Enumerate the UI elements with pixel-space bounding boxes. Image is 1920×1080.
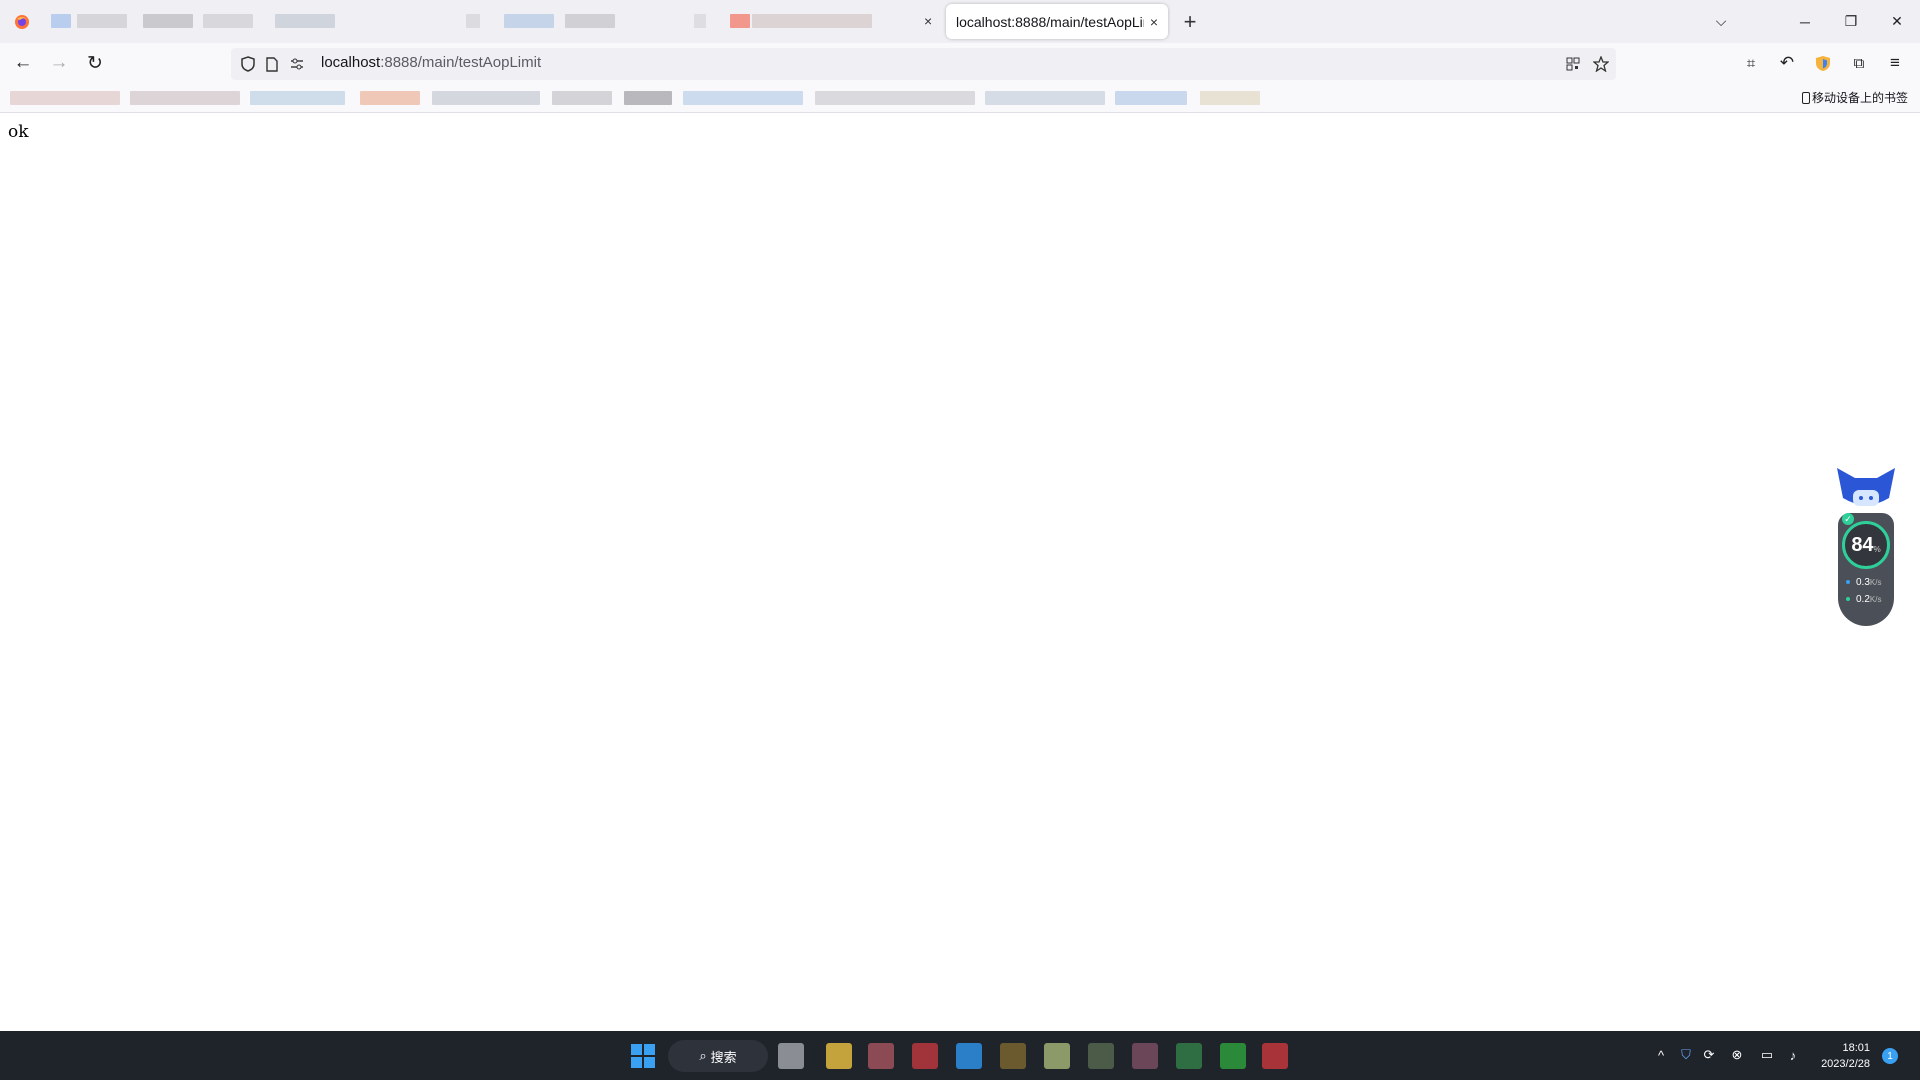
close-window-button[interactable]: ✕ — [1874, 0, 1920, 43]
mobile-bookmarks-button[interactable]: 移动设备上的书签 — [1801, 89, 1908, 106]
tray-sync-icon[interactable]: ⟳ — [1699, 1045, 1719, 1065]
bookmark-blurred[interactable] — [683, 91, 803, 105]
back-button[interactable]: ← — [8, 48, 38, 78]
taskbar-clock[interactable]: 18:01 2023/2/28 — [1810, 1040, 1870, 1072]
bookmarks-bar: 移动设备上的书签 — [0, 84, 1920, 113]
bookmark-blurred[interactable] — [1115, 91, 1187, 105]
search-icon: ⌕ — [699, 1048, 707, 1063]
taskbar-app-blurred[interactable] — [1044, 1043, 1070, 1069]
taskbar-app-blurred[interactable] — [1262, 1043, 1288, 1069]
bookmark-blurred[interactable] — [624, 91, 672, 105]
usage-percent-unit: % — [1873, 544, 1881, 554]
usage-percent: 84 — [1851, 533, 1874, 556]
taskbar-app-blurred[interactable] — [778, 1043, 804, 1069]
nav-bar: ← → ↻ localhost:8888/main/testAopLimit ⌗… — [0, 43, 1920, 84]
tab-close-icon[interactable]: × — [1150, 14, 1158, 30]
taskbar-app-blurred[interactable] — [912, 1043, 938, 1069]
tray-volume-icon[interactable]: ♪ — [1783, 1045, 1803, 1065]
taskbar-app-blurred[interactable] — [1088, 1043, 1114, 1069]
mobile-device-icon — [1801, 91, 1810, 104]
notification-badge[interactable]: 1 — [1882, 1048, 1898, 1064]
tab-blurred-3[interactable]: × — [690, 4, 940, 39]
minimize-button[interactable]: ─ — [1782, 0, 1828, 43]
page-content: ok — [0, 113, 1920, 1031]
upload-dot-icon — [1846, 580, 1850, 585]
bookmark-blurred[interactable] — [815, 91, 975, 105]
url-path: :8888/main/testAopLimit — [380, 54, 542, 71]
reload-button[interactable]: ↻ — [80, 48, 110, 78]
usage-gauge: 84% — [1842, 521, 1890, 569]
extension-shield-icon[interactable] — [1808, 48, 1838, 78]
bookmark-blurred[interactable] — [432, 91, 540, 105]
search-label: 搜索 — [710, 1049, 737, 1065]
download-speed: 0.2K/s — [1846, 594, 1881, 605]
menu-hamburger-icon[interactable]: ≡ — [1880, 48, 1910, 78]
bookmark-blurred[interactable] — [552, 91, 612, 105]
network-monitor-widget[interactable]: 84% 0.3K/s 0.2K/s ✓ — [1832, 468, 1902, 628]
tray-network-icon[interactable]: ▭ — [1757, 1045, 1777, 1065]
new-tab-button[interactable]: + — [1176, 9, 1204, 35]
bookmark-blurred[interactable] — [250, 91, 345, 105]
permissions-icon[interactable] — [286, 53, 308, 75]
qr-code-icon[interactable] — [1562, 53, 1584, 75]
clock-time: 18:01 — [1842, 1042, 1870, 1054]
bookmark-blurred[interactable] — [985, 91, 1105, 105]
bookmark-blurred[interactable] — [360, 91, 420, 105]
url-text[interactable]: localhost:8888/main/testAopLimit — [321, 54, 541, 71]
page-body-text: ok — [8, 122, 29, 142]
tab-strip: × localhost:8888/main/testAopLim × + ⌵ ─… — [0, 0, 1920, 43]
taskbar-search-button[interactable]: ⌕ 搜索 — [668, 1040, 768, 1072]
taskbar-app-blurred[interactable] — [1000, 1043, 1026, 1069]
undo-close-tab-icon[interactable]: ↶ — [1772, 48, 1802, 78]
bookmark-blurred[interactable] — [130, 91, 240, 105]
firefox-icon[interactable] — [0, 0, 43, 43]
mobile-bookmarks-label: 移动设备上的书签 — [1811, 91, 1908, 105]
shield-icon[interactable] — [237, 53, 259, 75]
tab-close-icon[interactable]: × — [924, 13, 932, 29]
upload-speed: 0.3K/s — [1846, 577, 1881, 588]
forward-button[interactable]: → — [44, 48, 74, 78]
status-check-icon: ✓ — [1842, 513, 1854, 525]
taskbar-app-blurred[interactable] — [1220, 1043, 1246, 1069]
widget-body: 84% 0.3K/s 0.2K/s — [1838, 513, 1894, 626]
tab-active[interactable]: localhost:8888/main/testAopLim × — [946, 4, 1168, 39]
screenshot-crop-icon[interactable]: ⌗ — [1736, 48, 1766, 78]
extensions-puzzle-icon[interactable]: ⧉ — [1844, 48, 1874, 78]
windows-start-button[interactable] — [631, 1044, 655, 1068]
taskbar-app-blurred[interactable] — [1176, 1043, 1202, 1069]
tab-blurred-2[interactable] — [460, 4, 660, 39]
clock-date: 2023/2/28 — [1821, 1058, 1870, 1070]
tray-overflow-chevron-icon[interactable]: ^ — [1651, 1045, 1671, 1065]
tab-blurred-1[interactable] — [43, 4, 363, 39]
tray-shield-icon[interactable]: ⛉ — [1676, 1045, 1696, 1065]
taskbar-app-blurred[interactable] — [1132, 1043, 1158, 1069]
taskbar-app-blurred[interactable] — [956, 1043, 982, 1069]
url-host: localhost — [321, 54, 381, 71]
restore-button[interactable]: ❐ — [1828, 0, 1874, 43]
taskbar-app-blurred[interactable] — [868, 1043, 894, 1069]
tab-title: localhost:8888/main/testAopLim — [956, 13, 1144, 30]
taskbar: ⌕ 搜索 ^ ⛉ ⟳ ⊗ ▭ ♪ 18:01 2023/2/28 1 — [0, 1031, 1920, 1080]
page-icon[interactable] — [261, 53, 283, 75]
url-bar[interactable]: localhost:8888/main/testAopLimit — [231, 48, 1616, 80]
tray-close-circle-icon[interactable]: ⊗ — [1727, 1045, 1747, 1065]
bookmark-blurred[interactable] — [1200, 91, 1260, 105]
bookmark-star-icon[interactable] — [1590, 53, 1612, 75]
list-all-tabs-button[interactable]: ⌵ — [1698, 0, 1744, 43]
bookmark-blurred[interactable] — [10, 91, 120, 105]
taskbar-app-blurred[interactable] — [826, 1043, 852, 1069]
download-dot-icon — [1846, 597, 1850, 602]
